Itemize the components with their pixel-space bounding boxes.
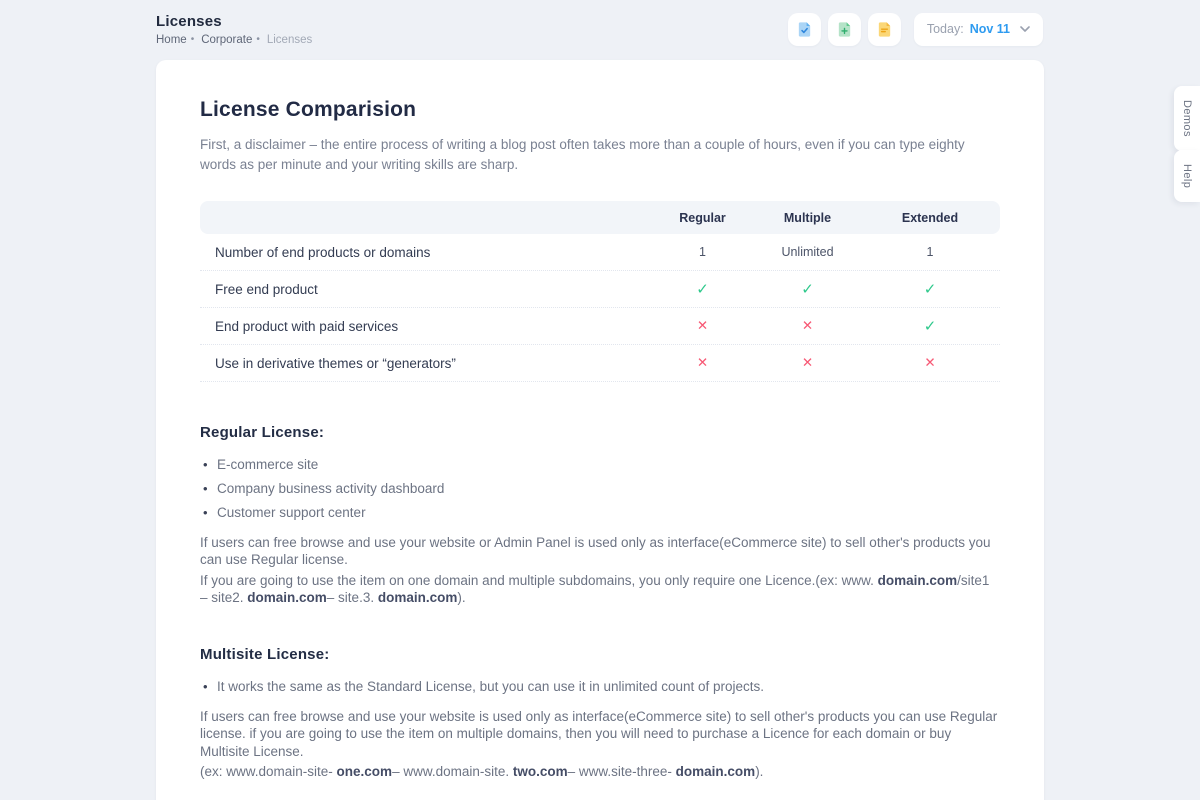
regular-license-list: E-commerce site Company business activit… bbox=[200, 457, 1000, 520]
row-label: Number of end products or domains bbox=[200, 245, 650, 260]
help-tab[interactable]: Help bbox=[1174, 150, 1200, 202]
table-cell: Unlimited bbox=[755, 245, 860, 259]
table-cell: ✓ bbox=[755, 282, 860, 297]
date-selector[interactable]: Today: Nov 11 bbox=[914, 13, 1043, 46]
breadcrumb-corporate[interactable]: Corporate bbox=[201, 34, 252, 46]
table-header-row: Regular Multiple Extended bbox=[200, 201, 1000, 234]
paragraph: If you are going to use the item on one … bbox=[200, 572, 1000, 607]
comparison-table: Regular Multiple Extended Number of end … bbox=[200, 201, 1000, 382]
check-mark: ✓ bbox=[801, 281, 814, 298]
list-item: It works the same as the Standard Licens… bbox=[200, 679, 1000, 694]
cell-value: 1 bbox=[927, 245, 934, 259]
chevron-down-icon bbox=[1020, 26, 1030, 32]
table-row: Free end product ✓ ✓ ✓ bbox=[200, 271, 1000, 308]
file-check-icon bbox=[796, 21, 813, 38]
regular-license-heading: Regular License: bbox=[200, 424, 1000, 441]
cross-mark: ✕ bbox=[697, 355, 708, 370]
intro-text: First, a disclaimer – the entire process… bbox=[200, 135, 1000, 174]
list-item: Customer support center bbox=[200, 505, 1000, 520]
list-item: Company business activity dashboard bbox=[200, 481, 1000, 496]
multisite-license-heading: Multisite License: bbox=[200, 646, 1000, 663]
regular-license-section: Regular License: E-commerce site Company… bbox=[200, 424, 1000, 606]
breadcrumb-separator: • bbox=[256, 34, 260, 45]
paragraph: If users can free browse and use your we… bbox=[200, 534, 1000, 569]
column-header-multiple: Multiple bbox=[755, 211, 860, 225]
table-cell: ✕ bbox=[650, 356, 755, 370]
check-mark: ✓ bbox=[924, 281, 937, 298]
list-item: E-commerce site bbox=[200, 457, 1000, 472]
table-cell: ✕ bbox=[860, 356, 1000, 370]
title-block: Licenses Home • Corporate • Licenses bbox=[156, 13, 312, 46]
table-cell: ✕ bbox=[650, 319, 755, 333]
cell-value: 1 bbox=[699, 245, 706, 259]
breadcrumb-home[interactable]: Home bbox=[156, 34, 187, 46]
topbar: Licenses Home • Corporate • Licenses bbox=[0, 0, 1200, 58]
license-comparison-card: License Comparision First, a disclaimer … bbox=[156, 60, 1044, 800]
multisite-license-paragraphs: If users can free browse and use your we… bbox=[200, 708, 1000, 780]
breadcrumb: Home • Corporate • Licenses bbox=[156, 34, 312, 46]
cross-mark: ✕ bbox=[802, 318, 813, 333]
check-mark: ✓ bbox=[696, 281, 709, 298]
cross-mark: ✕ bbox=[924, 355, 935, 370]
table-cell: 1 bbox=[860, 245, 1000, 259]
table-row: Use in derivative themes or “generators”… bbox=[200, 345, 1000, 382]
date-prefix-label: Today: bbox=[927, 22, 964, 36]
topbar-actions: Today: Nov 11 bbox=[788, 13, 1043, 46]
paragraph: (ex: www.domain-site- one.com– www.domai… bbox=[200, 763, 1000, 780]
table-cell: ✓ bbox=[860, 282, 1000, 297]
file-add-button[interactable] bbox=[828, 13, 861, 46]
multisite-license-list: It works the same as the Standard Licens… bbox=[200, 679, 1000, 694]
paragraph: If users can free browse and use your we… bbox=[200, 708, 1000, 760]
date-value: Nov 11 bbox=[970, 22, 1010, 36]
file-text-button[interactable] bbox=[868, 13, 901, 46]
row-label: Free end product bbox=[200, 282, 650, 297]
page-title: Licenses bbox=[156, 13, 312, 30]
table-cell: ✓ bbox=[650, 282, 755, 297]
column-header-regular: Regular bbox=[650, 211, 755, 225]
table-cell: ✓ bbox=[860, 319, 1000, 334]
file-text-icon bbox=[876, 21, 893, 38]
row-label: Use in derivative themes or “generators” bbox=[200, 356, 650, 371]
table-cell: ✕ bbox=[755, 356, 860, 370]
table-cell: 1 bbox=[650, 245, 755, 259]
regular-license-paragraphs: If users can free browse and use your we… bbox=[200, 534, 1000, 606]
row-label: End product with paid services bbox=[200, 319, 650, 334]
table-cell: ✕ bbox=[755, 319, 860, 333]
file-add-icon bbox=[836, 21, 853, 38]
breadcrumb-separator: • bbox=[191, 34, 195, 45]
table-body: Number of end products or domains 1 Unli… bbox=[200, 234, 1000, 382]
column-header-extended: Extended bbox=[860, 211, 1000, 225]
file-check-button[interactable] bbox=[788, 13, 821, 46]
check-mark: ✓ bbox=[924, 318, 937, 335]
multisite-license-section: Multisite License: It works the same as … bbox=[200, 646, 1000, 780]
cell-value: Unlimited bbox=[781, 245, 833, 259]
demos-tab[interactable]: Demos bbox=[1174, 86, 1200, 151]
breadcrumb-licenses: Licenses bbox=[267, 34, 312, 46]
table-row: End product with paid services ✕ ✕ ✓ bbox=[200, 308, 1000, 345]
cross-mark: ✕ bbox=[802, 355, 813, 370]
card-heading: License Comparision bbox=[200, 98, 1000, 122]
table-row: Number of end products or domains 1 Unli… bbox=[200, 234, 1000, 271]
cross-mark: ✕ bbox=[697, 318, 708, 333]
